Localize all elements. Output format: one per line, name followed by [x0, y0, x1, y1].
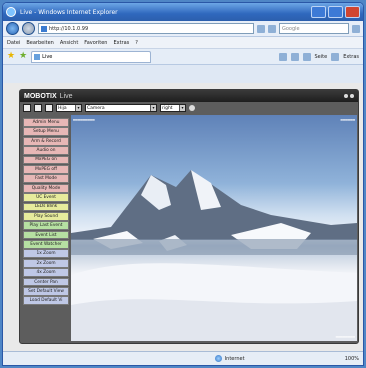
live-video-feed[interactable]: ▬▬▬▬▬▬▬▬▬ ▬▬▬▬▬▬ ▬▬▬▬▬▬▬▬ [71, 115, 357, 341]
camera-info-overlay: ▬▬▬▬▬▬ [340, 117, 355, 122]
search-placeholder: Google [282, 25, 300, 32]
snapshot-button[interactable] [23, 104, 31, 112]
settings-icon[interactable] [189, 105, 195, 111]
globe-icon [214, 355, 222, 362]
menu-item-datei[interactable]: Datei [7, 40, 20, 46]
zoom-level[interactable]: 100% [345, 356, 359, 362]
refresh-icon[interactable] [257, 24, 265, 33]
header-dots [344, 94, 354, 98]
camera-status-overlay: ▬▬▬▬▬▬▬▬ [335, 334, 355, 339]
camera-toolbar: Hija ▾ Camera ▾ right ▾ [20, 102, 358, 114]
camera-menu: Admin Menu Setup Menu Arm & Record Audio on… [23, 118, 69, 306]
favorites-bar: ★ ★ Live Seite Extras [3, 49, 363, 65]
menu-button-quality-mode[interactable]: Quality Mode [23, 183, 69, 193]
menu-button-4x-zoom[interactable]: 4x Zoom [23, 268, 69, 278]
maximize-button[interactable] [328, 6, 343, 18]
expand-button[interactable] [45, 104, 53, 112]
menu-button-set-default-view[interactable]: Set Default View [23, 287, 69, 296]
extras-menu-button[interactable]: Extras [343, 54, 359, 60]
search-input[interactable]: Google [279, 23, 349, 34]
menu-button-leds-blink[interactable]: LEDs Blink [23, 202, 69, 212]
mobotix-subtitle: Live [59, 92, 73, 100]
menu-item-ansicht[interactable]: Ansicht [60, 40, 78, 46]
back-button[interactable] [6, 22, 19, 35]
menu-button-arm-record[interactable]: Arm & Record [23, 136, 69, 146]
command-bar: Seite Extras [278, 52, 359, 61]
camera-select-value: Camera [87, 105, 105, 111]
sensor-select[interactable]: right ▾ [160, 104, 186, 112]
header-dot-icon [350, 94, 354, 98]
menu-button-fast-mode[interactable]: Fast Mode [23, 174, 69, 184]
window-title: Live - Windows Internet Explorer [20, 8, 118, 16]
menu-button-mxpeg-off[interactable]: MxPEG off [23, 164, 69, 174]
menu-bar: Datei Bearbeiten Ansicht Favoriten Extra… [3, 37, 363, 49]
menu-button-play-last-event[interactable]: Play Last Event [23, 221, 69, 231]
sensor-select-value: right [162, 105, 173, 111]
add-favorite-icon[interactable]: ★ [19, 52, 27, 61]
close-window-button[interactable] [345, 6, 360, 18]
zone-label: Internet [224, 355, 245, 362]
water [71, 239, 357, 255]
tab-label: Live [42, 53, 53, 60]
antarctic-landscape-image [71, 170, 357, 341]
menu-item-bearbeiten[interactable]: Bearbeiten [26, 40, 53, 46]
search-icon[interactable] [352, 24, 360, 33]
page-icon [41, 25, 47, 32]
menu-button-play-sound[interactable]: Play Sound [23, 211, 69, 221]
chevron-down-icon: ▾ [150, 105, 156, 111]
tools-gear-icon [331, 52, 340, 61]
menu-button-audio-on[interactable]: Audio on [23, 146, 69, 155]
status-bar: Internet 100% [3, 351, 363, 365]
menu-button-2x-zoom[interactable]: 2x Zoom [23, 258, 69, 268]
menu-button-uc-event[interactable]: UC Event [23, 193, 69, 202]
timestamp-overlay: ▬▬▬▬▬▬▬▬▬ [73, 117, 95, 122]
ie-logo-icon [6, 7, 16, 17]
language-select[interactable]: Hija ▾ [56, 104, 82, 112]
home-icon[interactable] [278, 52, 287, 61]
page-menu-button[interactable]: Seite [315, 54, 328, 60]
url-text: http://10.1.0.99 [49, 25, 89, 32]
menu-item-help[interactable]: ? [135, 40, 138, 46]
tab-page-icon [34, 53, 41, 60]
menu-button-setup-menu[interactable]: Setup Menu [23, 127, 69, 137]
menu-button-event-list[interactable]: Event List [23, 230, 69, 240]
menu-item-favoriten[interactable]: Favoriten [84, 40, 107, 46]
security-zone: Internet [214, 355, 305, 362]
menu-button-load-default-vi[interactable]: Load Default Vi [23, 296, 69, 306]
menu-button-admin-menu[interactable]: Admin Menu [23, 118, 69, 127]
menu-item-extras[interactable]: Extras [113, 40, 129, 46]
tab-live[interactable]: Live [31, 50, 152, 63]
stop-icon[interactable] [268, 24, 276, 33]
favorites-star-icon[interactable]: ★ [7, 52, 15, 61]
mobotix-panel: MOBOTIX Live Hija ▾ Camera ▾ right ▾ Adm… [19, 89, 359, 344]
browser-window: Live - Windows Internet Explorer http://… [2, 2, 364, 366]
window-controls [311, 6, 360, 18]
chevron-down-icon: ▾ [179, 105, 185, 111]
feeds-icon[interactable] [290, 52, 299, 61]
menu-button-center-pan[interactable]: Center Pan [23, 277, 69, 287]
language-select-value: Hija [58, 105, 67, 111]
page-content: MOBOTIX Live Hija ▾ Camera ▾ right ▾ Adm… [3, 83, 363, 353]
mobotix-brand: MOBOTIX [24, 92, 57, 100]
menu-button-mxpeg-on[interactable]: MxPEG on [23, 155, 69, 165]
menu-button-1x-zoom[interactable]: 1x Zoom [23, 249, 69, 259]
forward-button[interactable] [22, 22, 35, 35]
mobotix-header: MOBOTIX Live [20, 90, 358, 102]
url-field[interactable]: http://10.1.0.99 [38, 23, 254, 34]
print-icon[interactable] [302, 52, 311, 61]
menu-button-event-watcher[interactable]: Event Watcher [23, 240, 69, 249]
header-dot-icon [344, 94, 348, 98]
snowfield-shade [71, 299, 357, 341]
address-bar: http://10.1.0.99 Google [3, 21, 363, 37]
play-button[interactable] [34, 104, 42, 112]
camera-select[interactable]: Camera ▾ [85, 104, 157, 112]
title-bar: Live - Windows Internet Explorer [3, 3, 363, 21]
minimize-button[interactable] [311, 6, 326, 18]
chevron-down-icon: ▾ [75, 105, 81, 111]
